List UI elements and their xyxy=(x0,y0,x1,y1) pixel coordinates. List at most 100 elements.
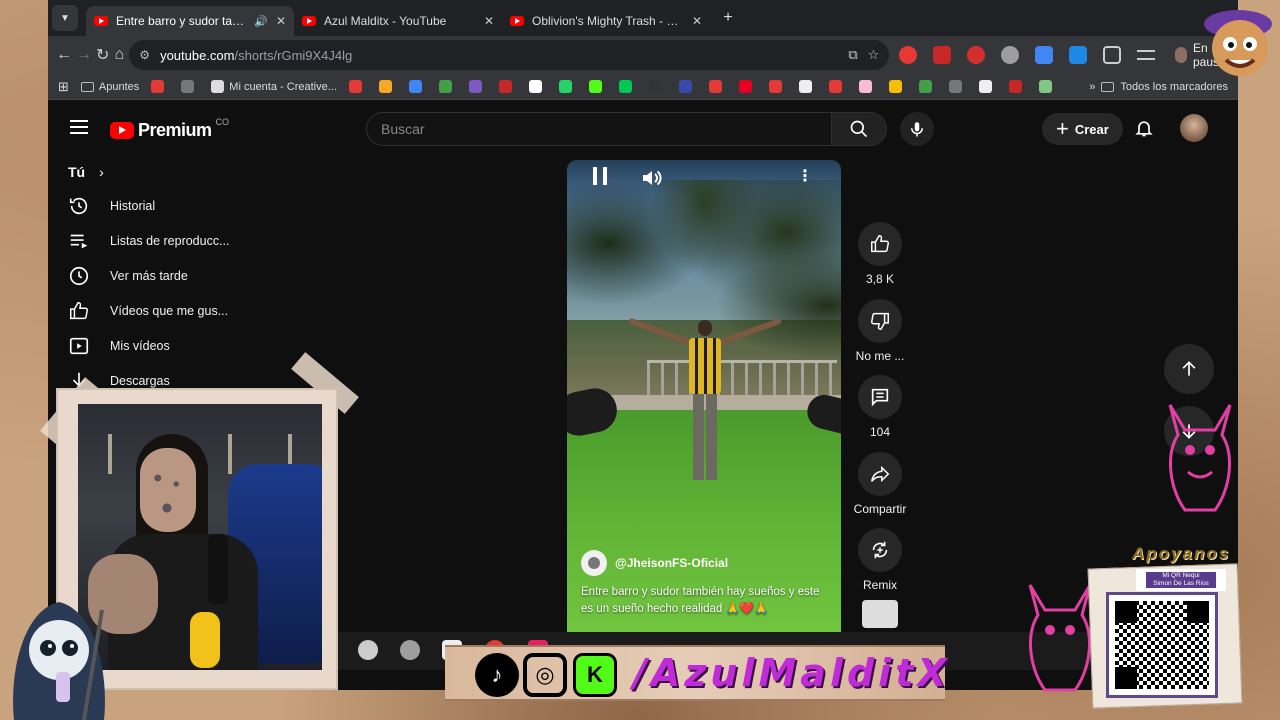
bookmark-item[interactable] xyxy=(738,80,757,93)
comments-button[interactable]: 104 xyxy=(841,375,919,439)
close-tab-icon[interactable]: ✕ xyxy=(276,14,286,28)
extension-icon[interactable] xyxy=(1069,46,1088,64)
close-tab-icon[interactable]: ✕ xyxy=(484,14,494,28)
bookmark-item[interactable] xyxy=(678,80,697,93)
bookmark-favicon-icon xyxy=(211,80,225,93)
bookmark-item[interactable] xyxy=(558,80,577,93)
apps-grid-icon[interactable]: ⊞ xyxy=(58,79,69,95)
kick-icon: K xyxy=(573,653,617,697)
devil-mascot-icon xyxy=(1168,404,1232,512)
tab-oblivion[interactable]: Oblivion's Mighty Trash - No M ✕ xyxy=(502,6,710,36)
taskbar-app-icon[interactable] xyxy=(400,640,420,660)
bookmark-item[interactable] xyxy=(798,80,817,93)
comments-count: 104 xyxy=(869,425,891,439)
audio-source-thumbnail[interactable] xyxy=(862,600,898,628)
tab-search-button[interactable]: ▼ xyxy=(52,5,78,31)
tab-shorts[interactable]: Entre barro y sudor también 🔊 ✕ xyxy=(86,6,294,36)
reload-button[interactable]: ↻ xyxy=(96,40,109,70)
comment-icon xyxy=(871,388,889,407)
bookmark-favicon-icon xyxy=(378,80,392,93)
install-app-icon[interactable]: ⧉ xyxy=(848,47,857,63)
address-bar[interactable]: ⚙ youtube.com/shorts/rGmi9X4J4lg ⧉ ☆ xyxy=(129,40,890,70)
sidebar-item-playlists[interactable]: Listas de reproducc... xyxy=(68,224,230,258)
bookmark-item[interactable] xyxy=(528,80,547,93)
bookmark-item[interactable] xyxy=(918,80,937,93)
bookmark-item[interactable] xyxy=(438,80,457,93)
bookmark-item[interactable] xyxy=(768,80,787,93)
bookmark-label: Mi cuenta - Creative... xyxy=(229,80,337,93)
share-button[interactable]: Compartir xyxy=(841,452,919,516)
extension-icon[interactable] xyxy=(1001,46,1020,64)
volume-icon[interactable] xyxy=(639,166,663,195)
bookmark-item[interactable] xyxy=(1008,80,1027,93)
pause-icon[interactable] xyxy=(593,167,607,185)
bookmark-item[interactable] xyxy=(888,80,907,93)
adblock-icon[interactable] xyxy=(967,46,986,64)
qr-caption: Mi QR Nequi Simon De Las Rios xyxy=(1136,569,1226,591)
watch-later-icon xyxy=(69,266,89,286)
microphone-icon xyxy=(911,122,923,137)
more-options-icon[interactable]: ⋮ xyxy=(797,166,813,186)
bookmark-item[interactable] xyxy=(498,80,517,93)
extensions-puzzle-icon[interactable] xyxy=(1103,46,1122,64)
create-button[interactable]: + Crear xyxy=(1042,113,1123,145)
dislike-button[interactable]: No me ... xyxy=(841,299,919,363)
new-tab-button[interactable]: + xyxy=(716,6,740,30)
bookmark-folder[interactable]: Apuntes xyxy=(80,81,139,93)
bookmark-item[interactable] xyxy=(858,80,877,93)
sidebar-item-watch-later[interactable]: Ver más tarde xyxy=(68,259,188,293)
bookmark-item[interactable] xyxy=(648,80,667,93)
bookmark-favicon-icon xyxy=(438,80,452,93)
previous-short-button[interactable] xyxy=(1164,344,1214,394)
bookmark-item[interactable]: Mi cuenta - Creative... xyxy=(211,80,337,93)
profile-avatar xyxy=(1175,47,1187,63)
youtube-premium-logo[interactable]: Premium CO xyxy=(110,117,229,141)
menu-hamburger-icon[interactable] xyxy=(70,120,88,134)
cartoon-mascot-icon xyxy=(1204,10,1272,76)
account-avatar[interactable] xyxy=(1180,114,1208,142)
bookmark-item[interactable] xyxy=(828,80,847,93)
search-button[interactable] xyxy=(831,112,887,146)
audio-playing-icon[interactable]: 🔊 xyxy=(254,15,268,28)
bookmark-item[interactable] xyxy=(708,80,727,93)
voice-search-button[interactable] xyxy=(900,112,934,146)
qr-caption-title: Mi QR Nequi xyxy=(1146,572,1216,580)
tab-azul-malditx[interactable]: Azul Malditx - YouTube ✕ xyxy=(294,6,502,36)
sidebar-item-liked-videos[interactable]: Vídeos que me gus... xyxy=(68,294,228,328)
bookmark-item[interactable] xyxy=(151,80,169,93)
translate-icon[interactable] xyxy=(1035,46,1054,64)
bookmark-item[interactable] xyxy=(1038,80,1057,93)
remix-button[interactable]: Remix xyxy=(841,528,919,628)
bookmark-item[interactable] xyxy=(181,80,199,93)
like-button[interactable]: 3,8 K xyxy=(841,222,919,286)
search-input[interactable]: Buscar xyxy=(366,112,832,146)
bookmark-item[interactable] xyxy=(948,80,967,93)
bookmark-item[interactable] xyxy=(378,80,397,93)
sidebar-item-my-videos[interactable]: Mis vídeos xyxy=(68,329,170,363)
bookmark-item[interactable] xyxy=(618,80,637,93)
video-person xyxy=(685,320,725,500)
bookmark-item[interactable] xyxy=(348,80,367,93)
channel-link[interactable]: @JheisonFS-Oficial xyxy=(581,550,728,576)
media-control-icon[interactable] xyxy=(1137,50,1156,60)
bookmark-item[interactable] xyxy=(408,80,427,93)
toolbar: ← → ↻ ⌂ ⚙ youtube.com/shorts/rGmi9X4J4lg… xyxy=(48,36,1238,74)
bookmark-star-icon[interactable]: ☆ xyxy=(868,47,880,63)
playlists-icon xyxy=(70,234,88,249)
sidebar-item-history[interactable]: Historial xyxy=(68,189,155,223)
extension-icon[interactable] xyxy=(899,46,918,64)
taskbar-app-icon[interactable] xyxy=(358,640,378,660)
extension-icon[interactable] xyxy=(933,46,952,64)
close-tab-icon[interactable]: ✕ xyxy=(692,14,702,28)
home-button[interactable]: ⌂ xyxy=(113,40,125,70)
bookmark-item[interactable] xyxy=(468,80,487,93)
remix-icon xyxy=(872,541,888,559)
sidebar-section-you[interactable]: Tú › xyxy=(68,164,104,180)
forward-button[interactable]: → xyxy=(76,40,92,70)
shorts-video-player[interactable]: ⋮ @JheisonFS-Oficial Entre barro y sudor… xyxy=(567,160,841,632)
bookmark-item[interactable] xyxy=(588,80,607,93)
back-button[interactable]: ← xyxy=(56,40,72,70)
notifications-bell-icon[interactable] xyxy=(1134,117,1154,139)
site-info-icon[interactable]: ⚙ xyxy=(139,48,150,62)
bookmark-item[interactable] xyxy=(978,80,997,93)
